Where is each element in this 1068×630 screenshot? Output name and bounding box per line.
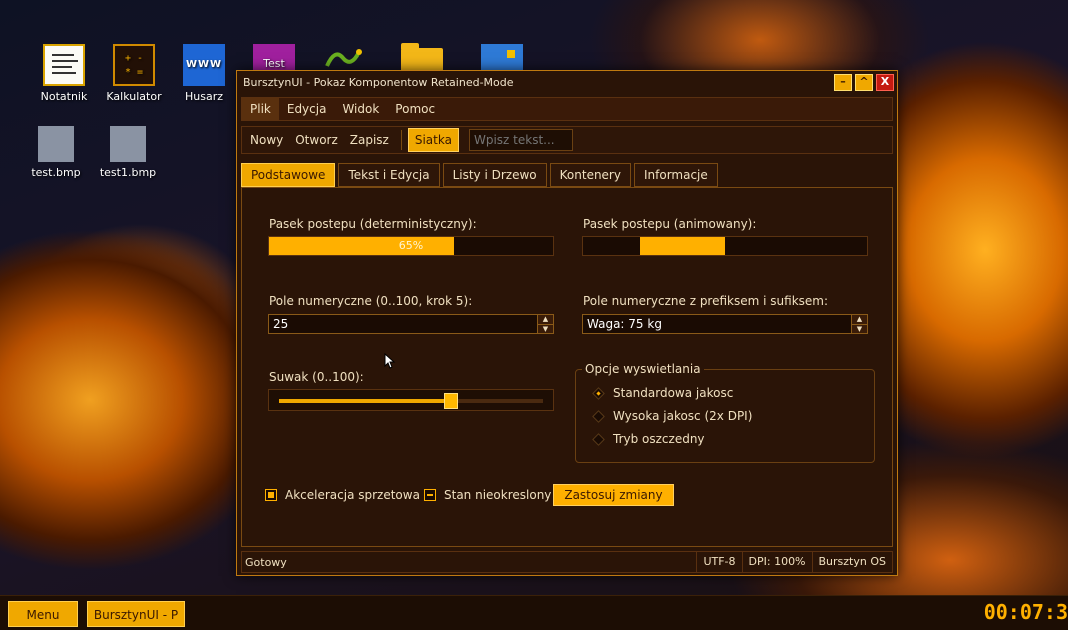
status-dpi: DPI: 100% [741, 552, 812, 572]
progress-bar-animated [582, 236, 868, 256]
radio-high-quality[interactable]: Wysoka jakosc (2x DPI) [592, 409, 753, 423]
progress-det-label: Pasek postepu (deterministyczny): [269, 217, 477, 231]
main-window: BursztynUI - Pokaz Komponentow Retained-… [236, 70, 898, 576]
radio-label: Wysoka jakosc (2x DPI) [613, 409, 753, 423]
new-button[interactable]: Nowy [244, 128, 289, 152]
image-file-icon [38, 126, 74, 162]
window-title: BursztynUI - Pokaz Komponentow Retained-… [243, 75, 514, 89]
desktop-icon-test-bmp[interactable]: test.bmp [16, 126, 96, 179]
save-button[interactable]: Zapisz [344, 128, 395, 152]
desktop-icon-test1-bmp[interactable]: test1.bmp [88, 126, 168, 179]
prefixed-spinbox-input[interactable] [583, 315, 849, 333]
radio-icon [592, 432, 605, 446]
checkbox-indeterminate-icon [424, 489, 436, 501]
radio-selected-icon [592, 386, 605, 400]
numeric-spinbox[interactable]: ▲ ▼ [268, 314, 554, 334]
spin-down-icon[interactable]: ▼ [852, 324, 867, 333]
apply-changes-button[interactable]: Zastosuj zmiany [553, 484, 674, 506]
desktop-icon-label: Kalkulator [106, 90, 162, 103]
maximize-button[interactable]: ^ [855, 73, 873, 91]
prefixed-spinbox[interactable]: ▲ ▼ [582, 314, 868, 334]
checkbox-checked-icon [265, 489, 277, 501]
numeric-spinbox-input[interactable] [269, 315, 535, 333]
close-button[interactable]: X [876, 73, 894, 91]
radio-label: Standardowa jakosc [613, 386, 734, 400]
taskbar: Menu BursztynUI - P 00:07:3 [0, 595, 1068, 630]
calculator-icon: + - * = [113, 44, 155, 86]
minimize-button[interactable]: – [834, 73, 852, 91]
progress-segment [639, 237, 725, 255]
desktop-icon-label: Husarz [184, 90, 223, 103]
spin2-label: Pole numeryczne z prefiksem i sufiksem: [583, 294, 829, 308]
mouse-cursor-icon [384, 353, 396, 369]
grid-toggle-button[interactable]: Siatka [407, 128, 459, 152]
display-options-title: Opcje wyswietlania [582, 362, 704, 376]
desktop-icon-kalkulator[interactable]: + - * = Kalkulator [94, 44, 174, 103]
slider-track[interactable] [279, 393, 543, 409]
image-file-icon [110, 126, 146, 162]
checkbox-indeterminate[interactable]: Stan nieokreslony [424, 488, 551, 502]
toolbar-text-input[interactable] [468, 129, 573, 151]
radio-icon [592, 409, 605, 423]
status-text: Gotowy [245, 555, 287, 569]
menu-pomoc[interactable]: Pomoc [387, 98, 443, 120]
spin-up-icon[interactable]: ▲ [538, 315, 553, 324]
menu-plik[interactable]: Plik [242, 98, 279, 120]
radio-standard-quality[interactable]: Standardowa jakosc [592, 386, 734, 400]
menu-edycja[interactable]: Edycja [279, 98, 335, 120]
menubar: Plik Edycja Widok Pomoc [241, 97, 893, 121]
menu-widok[interactable]: Widok [334, 98, 387, 120]
spin-up-icon[interactable]: ▲ [852, 315, 867, 324]
tab-kontenery[interactable]: Kontenery [549, 163, 631, 187]
spin1-label: Pole numeryczne (0..100, krok 5): [269, 294, 473, 308]
taskbar-clock: 00:07:3 [983, 600, 1068, 624]
window-titlebar[interactable]: BursztynUI - Pokaz Komponentow Retained-… [237, 71, 897, 93]
tab-bar: Podstawowe Tekst i Edycja Listy i Drzewo… [241, 163, 721, 187]
start-menu-button[interactable]: Menu [8, 601, 78, 627]
tab-listy-i-drzewo[interactable]: Listy i Drzewo [442, 163, 547, 187]
tab-tekst-i-edycja[interactable]: Tekst i Edycja [338, 163, 440, 187]
checkbox-label: Akceleracja sprzetowa [285, 488, 420, 502]
toolbar: Nowy Otworz Zapisz Siatka [241, 126, 893, 154]
slider[interactable] [268, 389, 554, 411]
status-encoding: UTF-8 [696, 552, 741, 572]
desktop-icon-label: test.bmp [31, 166, 81, 179]
toolbar-separator [400, 130, 402, 150]
notepad-icon [43, 44, 85, 86]
browser-icon: WWW [183, 44, 225, 86]
tab-panel-podstawowe: Pasek postepu (deterministyczny): 65% Pa… [241, 187, 893, 547]
desktop-icon-label: Notatnik [40, 90, 88, 103]
progress-anim-label: Pasek postepu (animowany): [583, 217, 757, 231]
taskbar-window-button[interactable]: BursztynUI - P [87, 601, 185, 627]
tab-podstawowe[interactable]: Podstawowe [241, 163, 336, 187]
checkbox-label: Stan nieokreslony [444, 488, 552, 502]
spin-arrows[interactable]: ▲ ▼ [851, 315, 867, 333]
slider-thumb[interactable] [443, 393, 458, 409]
slider-label: Suwak (0..100): [269, 370, 364, 384]
desktop-icon-label: test1.bmp [99, 166, 157, 179]
desktop-icon-notatnik[interactable]: Notatnik [24, 44, 104, 103]
statusbar: Gotowy UTF-8 DPI: 100% Bursztyn OS [241, 551, 893, 573]
progress-percent: 65% [398, 239, 424, 252]
display-options-group: Opcje wyswietlania Standardowa jakosc Wy… [575, 362, 875, 463]
spin-arrows[interactable]: ▲ ▼ [537, 315, 553, 333]
open-button[interactable]: Otworz [289, 128, 344, 152]
spin-down-icon[interactable]: ▼ [538, 324, 553, 333]
desktop-icon-husarz[interactable]: WWW Husarz [164, 44, 244, 103]
tab-informacje[interactable]: Informacje [633, 163, 718, 187]
progress-bar-deterministic: 65% [268, 236, 554, 256]
radio-label: Tryb oszczedny [613, 432, 705, 446]
slider-fill [279, 399, 451, 403]
checkbox-hardware-acceleration[interactable]: Akceleracja sprzetowa [265, 488, 420, 502]
status-os: Bursztyn OS [811, 552, 892, 572]
radio-economy-mode[interactable]: Tryb oszczedny [592, 432, 705, 446]
